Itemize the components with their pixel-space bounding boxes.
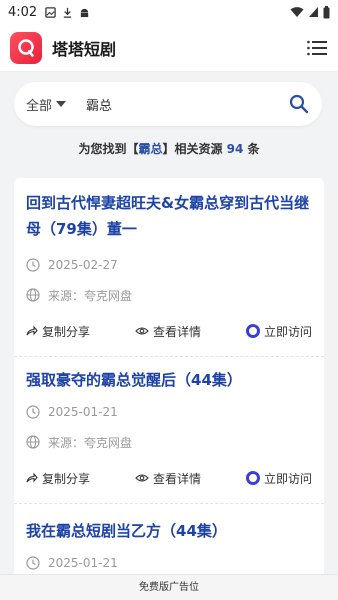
results-card: 回到古代悍妻超旺夫&女霸总穿到古代当继母（79集）董一 2025-02-27 来… xyxy=(14,178,324,598)
visit-icon xyxy=(245,471,260,485)
wifi-icon xyxy=(290,7,304,17)
clock-icon xyxy=(26,258,40,272)
app-logo xyxy=(10,31,42,64)
visit-button[interactable]: 立即访问 xyxy=(245,470,312,487)
share-icon xyxy=(26,472,38,483)
result-item: 回到古代悍妻超旺夫&女霸总穿到古代当继母（79集）董一 2025-02-27 来… xyxy=(14,178,324,357)
result-actions: 复制分享 查看详情 立即访问 xyxy=(26,461,312,495)
summary-middle: 】相关资源 xyxy=(162,142,227,156)
source-text: 来源：夸克网盘 xyxy=(48,288,133,303)
date-text: 2025-01-21 xyxy=(48,405,118,419)
globe-icon xyxy=(26,288,40,302)
visit-icon xyxy=(245,324,260,338)
result-date: 2025-02-27 xyxy=(26,250,312,280)
search-icon xyxy=(289,94,309,114)
search-box: 全部 xyxy=(14,82,322,126)
logo-icon xyxy=(18,38,34,57)
category-select[interactable]: 全部 xyxy=(26,95,67,114)
result-title-link[interactable]: 我在霸总短剧当乙方（44集） xyxy=(26,518,312,544)
app-header: 塔塔短剧 xyxy=(0,24,338,72)
clock-icon xyxy=(26,405,40,419)
result-source: 来源：夸克网盘 xyxy=(26,280,312,310)
share-button[interactable]: 复制分享 xyxy=(26,323,90,340)
clock-icon xyxy=(26,556,40,570)
app-title: 塔塔短剧 xyxy=(52,39,117,59)
source-text: 来源：夸克网盘 xyxy=(48,435,133,450)
status-bar: 4:02 xyxy=(0,0,338,24)
menu-button[interactable] xyxy=(306,37,328,59)
share-label: 复制分享 xyxy=(42,471,91,486)
summary-keyword: 霸总 xyxy=(138,142,163,156)
result-item: 强取豪夺的霸总觉醒后（44集） 2025-01-21 来源：夸克网盘 复制分享 … xyxy=(14,357,324,504)
summary-count: 94 xyxy=(226,142,244,156)
globe-icon xyxy=(26,435,40,449)
details-label: 查看详情 xyxy=(152,324,201,339)
caret-down-icon xyxy=(56,101,67,107)
visit-label: 立即访问 xyxy=(263,324,312,339)
result-title-link[interactable]: 回到古代悍妻超旺夫&女霸总穿到古代当继母（79集）董一 xyxy=(26,190,312,242)
result-date: 2025-01-21 xyxy=(26,397,312,427)
eye-icon xyxy=(135,327,149,335)
details-button[interactable]: 查看详情 xyxy=(135,470,201,487)
details-button[interactable]: 查看详情 xyxy=(135,323,201,340)
android-icon xyxy=(81,8,89,17)
result-title-link[interactable]: 强取豪夺的霸总觉醒后（44集） xyxy=(26,367,312,393)
date-text: 2025-02-27 xyxy=(48,258,118,272)
image-icon xyxy=(45,6,56,18)
share-icon xyxy=(26,325,38,336)
visit-button[interactable]: 立即访问 xyxy=(245,323,312,340)
download-icon xyxy=(64,7,72,18)
date-text: 2025-01-21 xyxy=(48,556,118,570)
summary-suffix: 条 xyxy=(243,142,260,156)
details-label: 查看详情 xyxy=(152,471,201,486)
result-summary: 为您找到【霸总】相关资源 94 条 xyxy=(0,140,338,157)
signal-icon xyxy=(309,7,318,17)
ad-label: 免费版广告位 xyxy=(139,582,199,593)
share-button[interactable]: 复制分享 xyxy=(26,470,90,487)
visit-label: 立即访问 xyxy=(263,471,312,486)
status-time: 4:02 xyxy=(8,4,38,20)
result-actions: 复制分享 查看详情 立即访问 xyxy=(26,314,312,348)
ad-banner[interactable]: 免费版广告位 xyxy=(0,574,338,600)
result-item: 我在霸总短剧当乙方（44集） 2025-01-21 xyxy=(14,504,324,578)
category-label: 全部 xyxy=(26,98,53,114)
result-source: 来源：夸克网盘 xyxy=(26,427,312,457)
search-input[interactable] xyxy=(86,96,247,112)
hamburger-menu-icon xyxy=(307,40,327,55)
eye-icon xyxy=(135,474,149,482)
summary-prefix: 为您找到【 xyxy=(78,142,139,156)
share-label: 复制分享 xyxy=(42,324,91,339)
battery-icon xyxy=(323,5,330,18)
search-button[interactable] xyxy=(288,93,310,115)
